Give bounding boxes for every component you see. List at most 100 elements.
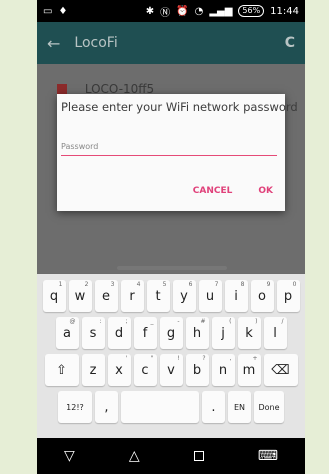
keyboard-switch-icon[interactable]: ⌨ (258, 448, 278, 464)
status-bar: ▭ ♦ ✱ Ⓝ ⏰ ◔ ▂▄▆ 56% 11:44 (37, 0, 305, 22)
key-label: h (192, 325, 202, 341)
password-field[interactable] (61, 138, 277, 156)
key-b[interactable]: b? (185, 354, 209, 386)
key-alt-label: 2 (84, 281, 89, 288)
key-t[interactable]: t5 (146, 280, 170, 312)
key-alt-label: ' (125, 355, 128, 362)
back-arrow-icon[interactable]: ← (47, 34, 60, 53)
keyboard-row-4: 12!? , . EN Done (41, 391, 301, 423)
key-alt-label: " (150, 355, 154, 362)
navigation-bar: ▽ △ ⌨ (37, 438, 305, 474)
notification-icon: ♦ (58, 5, 68, 17)
key-label: v (167, 362, 175, 378)
key-n[interactable]: n, (211, 354, 235, 386)
key-label: a (63, 325, 71, 341)
drag-handle (117, 266, 227, 270)
nfc-icon: Ⓝ (160, 7, 171, 19)
app-bar: ← LocoFi C (37, 22, 305, 64)
letter-keys: z x ' c " v! b? n, m + (81, 354, 261, 386)
wifi-icon: ◔ (194, 5, 204, 17)
symbols-key[interactable]: 12!? (58, 391, 92, 423)
home-nav-icon[interactable]: △ (129, 448, 140, 464)
key-alt-label: - (177, 318, 180, 325)
key-label: x (115, 362, 123, 378)
key-label: e (102, 288, 110, 304)
key-g[interactable]: g- (159, 317, 183, 349)
key-alt-label: _ (150, 318, 154, 325)
keyboard-row-2: a @ s: d; f _ g - h # j(k) l / (41, 317, 301, 349)
key-label: o (258, 288, 266, 304)
recents-nav-icon[interactable] (193, 451, 204, 461)
key-z[interactable]: z (81, 354, 105, 386)
key-alt-label: 4 (136, 281, 141, 288)
key-label: y (180, 288, 188, 304)
shift-key[interactable]: ⇧ (44, 354, 79, 386)
key-label: b (192, 362, 202, 378)
key-o[interactable]: o9 (250, 280, 274, 312)
key-alt-label: 3 (110, 281, 115, 288)
comma-key[interactable]: , (95, 391, 118, 423)
key-label: k (245, 325, 253, 341)
key-y[interactable]: y6 (172, 280, 196, 312)
key-label: n (218, 362, 228, 378)
key-f[interactable]: f _ (133, 317, 157, 349)
keyboard-row-3: ⇧ z x ' c " v! b? n, m + ⌫ (41, 354, 301, 386)
key-h[interactable]: h # (185, 317, 209, 349)
key-alt-label: ? (202, 355, 206, 362)
key-q[interactable]: q1 (42, 280, 66, 312)
back-nav-icon[interactable]: ▽ (64, 448, 75, 464)
key-alt-label: , (229, 355, 232, 362)
key-j[interactable]: j( (211, 317, 235, 349)
key-alt-label: 1 (58, 281, 63, 288)
key-label: w (74, 288, 86, 304)
key-alt-label: : (99, 318, 102, 325)
key-p[interactable]: p0 (276, 280, 300, 312)
key-w[interactable]: w2 (68, 280, 92, 312)
key-i[interactable]: i8 (224, 280, 248, 312)
key-s[interactable]: s: (81, 317, 105, 349)
backspace-icon: ⌫ (271, 362, 290, 378)
key-x[interactable]: x ' (107, 354, 131, 386)
password-dialog: Please enter your WiFi network password … (57, 94, 298, 211)
alarm-icon: ⏰ (176, 5, 189, 17)
key-r[interactable]: r4 (120, 280, 144, 312)
key-alt-label: 0 (292, 281, 297, 288)
shift-icon: ⇧ (56, 362, 67, 378)
key-alt-label: 5 (162, 281, 167, 288)
keyboard: q1w2e3r4t5y6u7i8o9p0 a @ s: d; f _ g - h # j(k) l / … (37, 274, 305, 438)
space-key[interactable] (121, 391, 199, 423)
key-label: s (89, 325, 97, 341)
key-k[interactable]: k) (237, 317, 261, 349)
battery-indicator: 56% (238, 5, 265, 17)
key-alt-label: # (200, 318, 206, 325)
key-alt-label: ) (255, 318, 258, 325)
key-label: q (49, 288, 59, 304)
period-key[interactable]: . (202, 391, 225, 423)
ok-button[interactable]: OK (258, 186, 273, 196)
key-alt-label: 8 (240, 281, 245, 288)
key-a[interactable]: a @ (55, 317, 79, 349)
cancel-button[interactable]: CANCEL (193, 186, 233, 196)
backspace-key[interactable]: ⌫ (263, 354, 298, 386)
phone-screen: ▭ ♦ ✱ Ⓝ ⏰ ◔ ▂▄▆ 56% 11:44 ← LocoFi C LOC… (37, 0, 305, 474)
done-key[interactable]: Done (254, 391, 284, 423)
key-l[interactable]: l / (263, 317, 287, 349)
language-key[interactable]: EN (228, 391, 251, 423)
key-label: j (221, 325, 225, 341)
bluetooth-icon: ✱ (145, 5, 155, 17)
key-u[interactable]: u7 (198, 280, 222, 312)
key-alt-label: + (252, 355, 258, 362)
app-title: LocoFi (74, 35, 118, 51)
key-label: p (283, 288, 293, 304)
dialog-title: Please enter your WiFi network password (61, 100, 298, 114)
key-c[interactable]: c " (133, 354, 157, 386)
key-e[interactable]: e3 (94, 280, 118, 312)
key-m[interactable]: m + (237, 354, 261, 386)
clock: 11:44 (270, 5, 299, 17)
key-label: t (155, 288, 161, 304)
key-v[interactable]: v! (159, 354, 183, 386)
refresh-icon[interactable]: C (285, 35, 295, 51)
key-label: i (234, 288, 238, 304)
key-label: l (273, 325, 277, 341)
key-d[interactable]: d; (107, 317, 131, 349)
